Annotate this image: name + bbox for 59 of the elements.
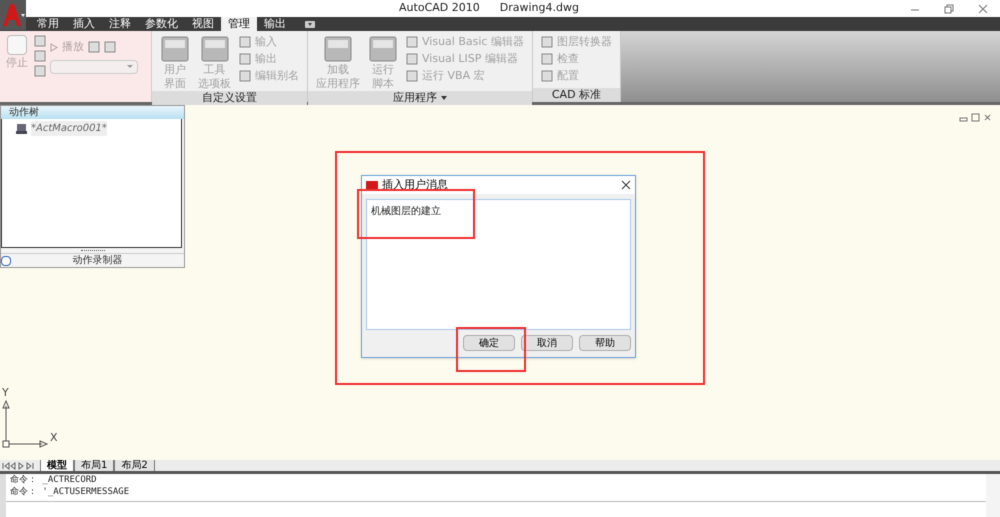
tool-icon — [540, 53, 553, 65]
layout-tab[interactable]: 布局1 — [74, 459, 114, 471]
resize-grip-icon[interactable] — [80, 250, 104, 253]
panel-toggle-icon[interactable] — [305, 21, 315, 28]
tool-icon — [406, 53, 418, 65]
restore-icon[interactable] — [971, 113, 980, 122]
tool-icon — [239, 70, 251, 82]
tool-icon — [104, 41, 116, 54]
ribbon-tab[interactable]: 输出 — [257, 17, 293, 31]
tool-icon — [34, 50, 46, 62]
tool-icon — [540, 36, 553, 48]
panel-title-bar[interactable]: 应用程序 — [308, 91, 532, 105]
restore-icon[interactable] — [944, 4, 954, 14]
panel-title: 自定义设置 — [202, 90, 257, 106]
play-icon — [50, 42, 58, 52]
tool-icon — [88, 41, 100, 54]
tree-item[interactable]: *ActMacro001* — [16, 121, 181, 136]
y-axis-label: Y — [2, 387, 9, 398]
scrollbar[interactable] — [986, 474, 1000, 517]
layout-tab[interactable]: 布局2 — [114, 459, 155, 471]
command-history-line: 命令： _ACTRECORD — [10, 474, 98, 486]
panel-title-bar[interactable]: 自定义设置 — [152, 91, 307, 105]
macro-icon — [16, 123, 27, 134]
dialog-button[interactable]: 取消 — [521, 335, 573, 351]
palette-icon[interactable] — [1, 256, 11, 266]
command-history-line: 命令： '_ACTUSERMESSAGE — [10, 486, 130, 498]
ribbon-tab[interactable]: 插入 — [66, 17, 102, 31]
app-logo-icon — [366, 180, 378, 190]
tool-icon — [200, 35, 230, 63]
palette-header: 动作树 — [9, 106, 39, 120]
tool-icon — [239, 36, 251, 48]
caret-icon — [127, 65, 133, 68]
tool-icon — [368, 35, 398, 63]
layout-tab[interactable]: 模型 — [40, 459, 74, 471]
tool-icon — [239, 53, 251, 65]
tool-icon — [34, 65, 46, 77]
tool-icon — [406, 36, 418, 48]
ribbon-tab[interactable]: 常用 — [30, 17, 66, 31]
palette-footer: 动作录制器 — [11, 253, 184, 268]
panel-title: CAD 标准 — [552, 86, 602, 103]
tool-icon — [540, 70, 553, 82]
panel-title: 应用程序 — [392, 90, 437, 106]
close-icon[interactable] — [621, 180, 631, 190]
dialog-button[interactable]: 确定 — [463, 335, 515, 351]
stop-icon — [7, 35, 27, 55]
tool-icon — [323, 35, 353, 63]
ribbon-tab[interactable]: 视图 — [185, 17, 221, 31]
dialog-button[interactable]: 帮助 — [579, 335, 631, 351]
x-axis-label: X — [50, 430, 58, 446]
tool-icon — [406, 70, 418, 82]
tool-icon — [34, 35, 46, 47]
message-field[interactable]: 机械图层的建立 — [366, 199, 631, 330]
ribbon-tab[interactable]: 参数化 — [138, 17, 185, 31]
ribbon-tab[interactable]: 管理 — [221, 17, 257, 31]
panel-title-bar[interactable]: CAD 标准 — [532, 88, 620, 102]
tool-icon — [160, 35, 190, 63]
ribbon-tab[interactable]: 注释 — [102, 17, 138, 31]
document-title: Drawing4.dwg — [500, 0, 579, 16]
application-title: AutoCAD 2010 — [399, 0, 480, 16]
